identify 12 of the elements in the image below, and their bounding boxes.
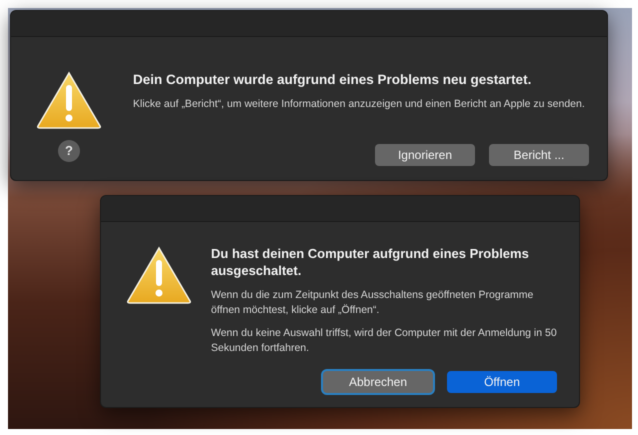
alert-message: Wenn du die zum Zeitpunkt des Ausschaltens geöffneten Programme öffnen möchtest, klicke auf „Öffnen“.	[211, 288, 534, 318]
dialog-button[interactable]: Öffnen	[447, 370, 557, 393]
alert-message: Klicke auf „Bericht“, um weitere Informationen anzuzeigen und einen Bericht an Apple zu senden.	[133, 96, 586, 112]
alert-title: Dein Computer wurde aufgrund eines Problems neu gestartet.	[133, 71, 532, 89]
dialog-button[interactable]: Abbrechen	[323, 370, 433, 393]
warning-icon	[36, 71, 102, 129]
help-button[interactable]: ?	[58, 140, 80, 162]
alert-title: Du hast deinen Computer aufgrund eines Problems ausgeschaltet.	[211, 246, 530, 280]
alert-message: Wenn du keine Auswahl triffst, wird der Computer mit der Anmeldung in 50 Sekunden fortfahren.	[211, 326, 557, 356]
warning-icon	[126, 246, 192, 304]
dialog-button[interactable]: Bericht ...	[489, 144, 589, 166]
dialog-button[interactable]: Ignorieren	[375, 144, 475, 166]
